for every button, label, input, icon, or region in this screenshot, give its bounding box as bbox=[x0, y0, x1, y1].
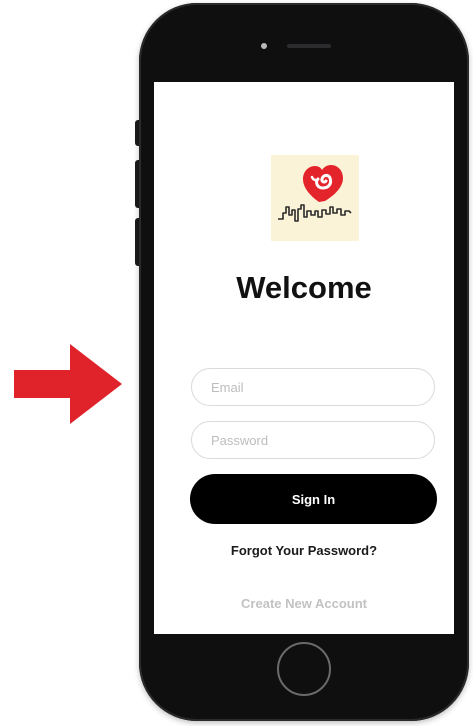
forgot-password-link[interactable]: Forgot Your Password? bbox=[154, 543, 454, 558]
welcome-title: Welcome bbox=[236, 270, 372, 305]
front-camera bbox=[261, 43, 267, 49]
earpiece-speaker bbox=[287, 44, 331, 48]
password-field[interactable] bbox=[191, 421, 435, 459]
create-account-link[interactable]: Create New Account bbox=[154, 596, 454, 611]
sign-in-button[interactable]: Sign In bbox=[190, 474, 437, 524]
heart-skyline-logo bbox=[278, 165, 352, 222]
password-input[interactable] bbox=[192, 422, 434, 458]
phone-frame: Welcome Sign In Forgot Your Password? Cr… bbox=[139, 3, 469, 721]
home-button[interactable] bbox=[277, 642, 331, 696]
email-input[interactable] bbox=[192, 369, 434, 405]
app-logo bbox=[271, 155, 359, 241]
email-field[interactable] bbox=[191, 368, 435, 406]
login-screen: Welcome Sign In Forgot Your Password? Cr… bbox=[154, 82, 454, 634]
right-arrow-icon bbox=[14, 344, 122, 424]
